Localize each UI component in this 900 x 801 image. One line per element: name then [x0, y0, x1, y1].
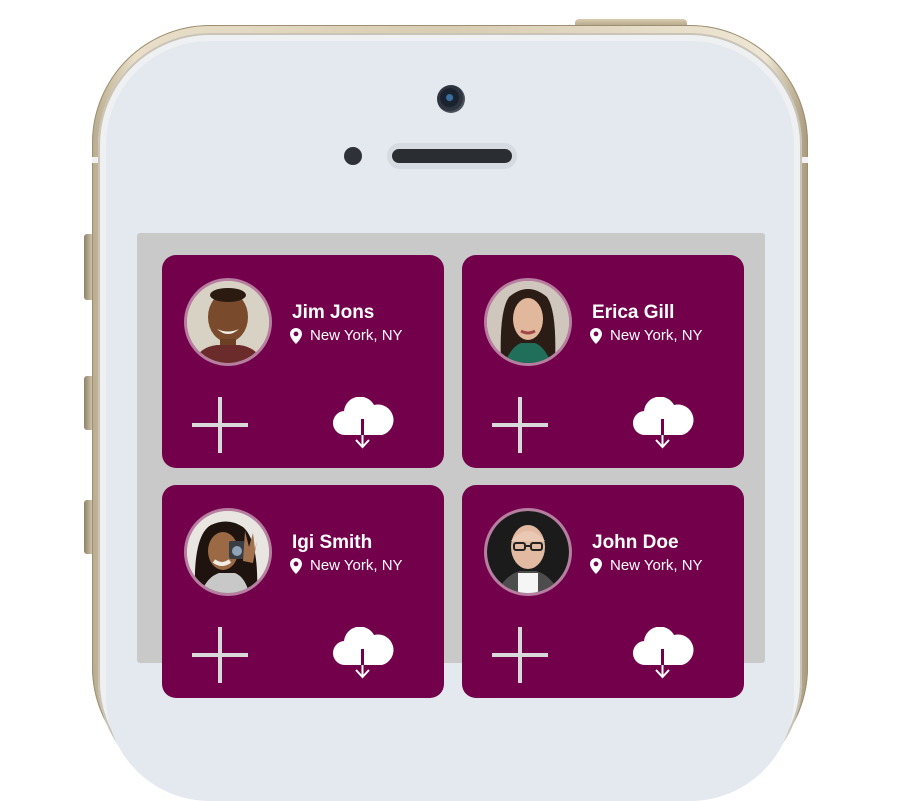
cloud-download-icon[interactable] [332, 397, 394, 453]
plus-icon[interactable] [192, 397, 248, 453]
contact-card[interactable]: Igi Smith New York, NY [162, 485, 444, 698]
location-text: New York, NY [610, 557, 703, 574]
plus-icon[interactable] [492, 627, 548, 683]
avatar[interactable] [184, 278, 272, 366]
map-pin-icon [290, 557, 302, 574]
avatar-man-glasses-image [487, 511, 569, 593]
map-pin-icon [590, 557, 602, 574]
cloud-download-icon[interactable] [332, 627, 394, 683]
cloud-download-icon[interactable] [632, 627, 694, 683]
contact-card[interactable]: Erica Gill New York, NY [462, 255, 744, 468]
map-pin-icon [590, 327, 602, 344]
map-pin-icon [290, 327, 302, 344]
avatar[interactable] [484, 278, 572, 366]
contact-name: Igi Smith [292, 532, 373, 553]
contact-location: New York, NY [290, 557, 403, 574]
location-text: New York, NY [610, 327, 703, 344]
proximity-sensor [344, 147, 362, 165]
contact-location: New York, NY [590, 557, 703, 574]
avatar-woman-dark-hair-image [487, 281, 569, 363]
contact-card[interactable]: Jim Jons New York, NY [162, 255, 444, 468]
earpiece-speaker [387, 143, 517, 169]
plus-icon[interactable] [192, 627, 248, 683]
plus-icon[interactable] [492, 397, 548, 453]
contact-location: New York, NY [590, 327, 703, 344]
contact-location: New York, NY [290, 327, 403, 344]
phone-screen: Jim Jons New York, NY Erica Gill New Yor… [137, 233, 765, 698]
contact-name: John Doe [592, 532, 679, 553]
location-text: New York, NY [310, 557, 403, 574]
front-camera [437, 85, 465, 113]
contact-name: Jim Jons [292, 302, 375, 323]
location-text: New York, NY [310, 327, 403, 344]
contact-card[interactable]: John Doe New York, NY [462, 485, 744, 698]
avatar-woman-camera-image [187, 511, 269, 593]
avatar[interactable] [484, 508, 572, 596]
contact-name: Erica Gill [592, 302, 675, 323]
avatar-man-smiling-image [187, 281, 269, 363]
avatar[interactable] [184, 508, 272, 596]
cloud-download-icon[interactable] [632, 397, 694, 453]
